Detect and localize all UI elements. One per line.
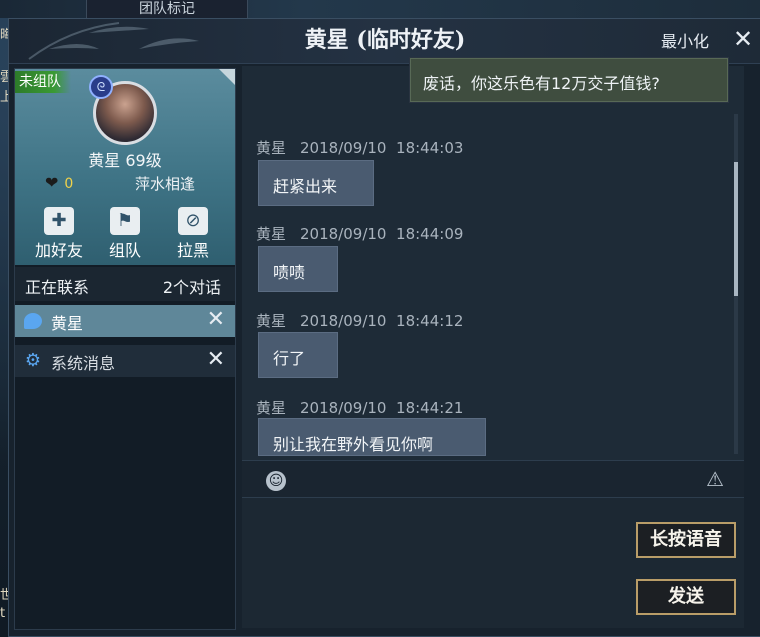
contact-item-system[interactable]: ⚙ 系统消息 ✕ [15,345,235,377]
voice-button[interactable]: 长按语音 [636,522,736,558]
team-up-icon: ⚑ [110,207,140,235]
contact-name: 系统消息 [51,354,116,373]
add-friend-button[interactable]: ✚ 加好友 [27,205,91,263]
message-bubble: 啧啧 [258,246,338,292]
left-panel: 未组队 ᘓ 黄星 69级 ❤ 0 萍水相逢 ✚ 加好友 ⚑ 组队 ⊘ 拉黑 正在联… [14,68,236,630]
message-date: 2018/09/10 [300,225,387,243]
close-icon[interactable]: ✕ [733,25,757,53]
team-up-button[interactable]: ⚑ 组队 [93,205,157,263]
block-icon: ⊘ [178,207,208,235]
add-friend-label: 加好友 [34,241,83,260]
background-glyph: 雲 [0,70,8,85]
team-status-badge: 未组队 [15,71,71,93]
relationship-label: 萍水相逢 [135,175,196,193]
close-icon[interactable]: ✕ [207,347,225,372]
class-emblem-icon: ᘓ [89,75,113,99]
heart-icon: ❤ [45,173,59,192]
chat-bubble-icon [23,311,43,331]
corner-fold-icon [219,69,235,85]
profile-card: 未组队 ᘓ 黄星 69级 ❤ 0 萍水相逢 ✚ 加好友 ⚑ 组队 ⊘ 拉黑 [15,69,235,265]
window-title: 黄星 (临时好友) [304,27,466,53]
message-meta: 黄星 2018/09/10 18:44:21 [256,397,463,418]
profile-actions: ✚ 加好友 ⚑ 组队 ⊘ 拉黑 [15,205,235,263]
message-date: 2018/09/10 [300,399,387,417]
message-sender: 黄星 [256,312,287,330]
block-label: 拉黑 [176,241,209,260]
team-up-label: 组队 [108,241,141,260]
message-time: 18:44:12 [396,312,464,330]
contact-name: 黄星 [51,314,84,333]
send-button[interactable]: 发送 [636,579,736,615]
warning-icon[interactable]: ⚠ [706,467,724,491]
message-bubble: 赶紧出来 [258,160,374,206]
background-glyph: t [0,606,6,621]
background-glyph: 晦 [0,28,8,43]
message-bubble: 别让我在野外看见你啊 [258,418,486,456]
chat-scrollbar-thumb[interactable] [734,162,738,296]
minimize-button[interactable]: 最小化 [661,28,709,52]
conversation-count: 2个对话 [162,278,221,297]
add-friend-icon: ✚ [44,207,74,235]
self-message-bubble: 废话，你这乐色有12万交子值钱? [410,58,728,102]
chat-toolbar [242,460,744,498]
message-sender: 黄星 [256,399,287,417]
favor-row: ❤ 0 [45,173,73,192]
team-mark-tab[interactable]: 团队标记 [86,0,248,19]
contacts-header: 正在联系 2个对话 [15,267,235,301]
contact-item-huangxing[interactable]: 黄星 ✕ [15,305,235,337]
emoji-icon[interactable]: ☺ [266,471,286,491]
message-bubble: 行了 [258,332,338,378]
background-glyph: 上 [0,90,8,105]
background-glyph: 世 [0,588,8,603]
message-meta: 黄星 2018/09/10 18:44:03 [256,137,463,158]
message-date: 2018/09/10 [300,139,387,157]
favor-value: 0 [64,176,74,192]
message-meta: 黄星 2018/09/10 18:44:12 [256,310,463,331]
message-time: 18:44:03 [396,139,464,157]
message-sender: 黄星 [256,139,287,157]
message-meta: 黄星 2018/09/10 18:44:09 [256,223,463,244]
message-time: 18:44:21 [396,399,464,417]
gear-icon: ⚙ [24,350,42,371]
message-date: 2018/09/10 [300,312,387,330]
message-time: 18:44:09 [396,225,464,243]
contacts-header-label: 正在联系 [25,278,90,297]
block-button[interactable]: ⊘ 拉黑 [161,205,225,263]
message-sender: 黄星 [256,225,287,243]
close-icon[interactable]: ✕ [207,307,225,332]
character-name-level: 黄星 69级 [88,151,162,170]
